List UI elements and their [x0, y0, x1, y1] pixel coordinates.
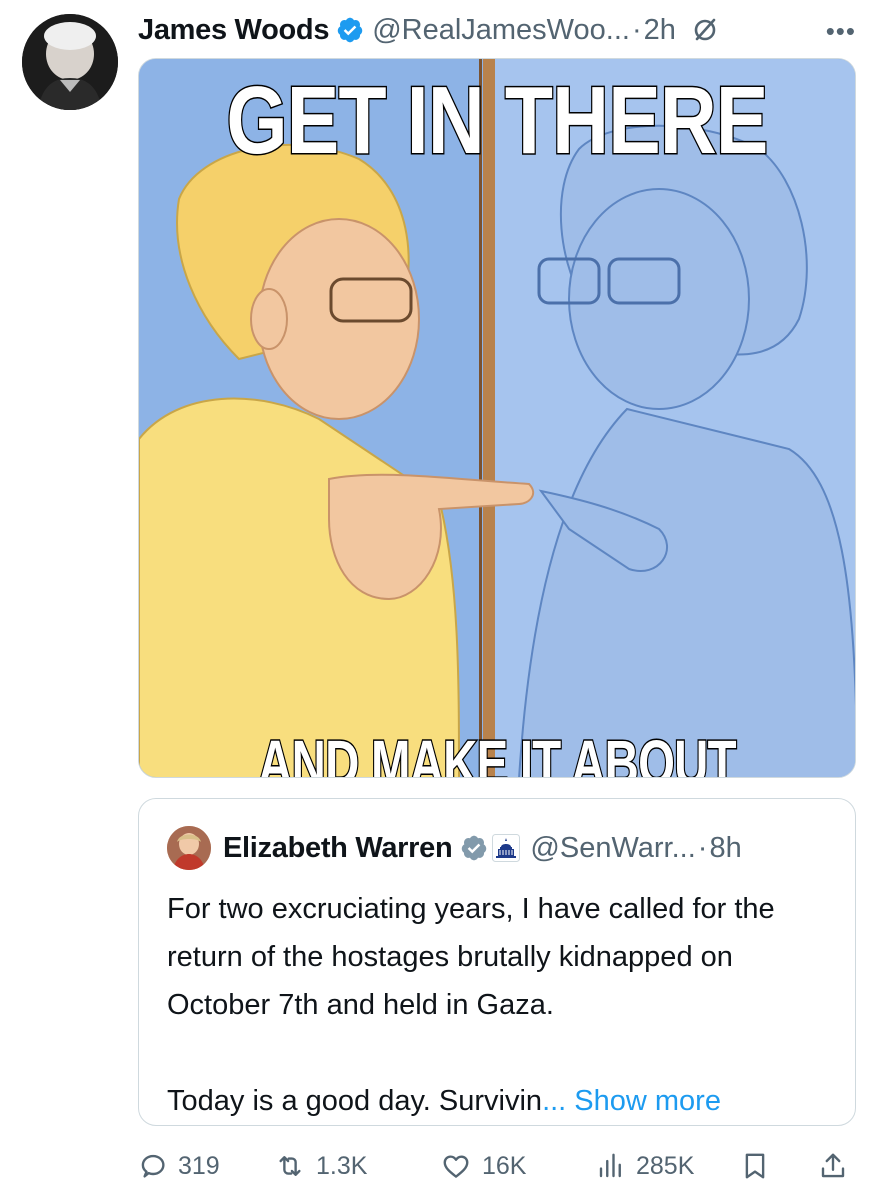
quoted-post[interactable]: Elizabeth Warren @SenWarr... · 8h For tw…: [138, 798, 856, 1126]
author-name[interactable]: James Woods: [138, 14, 329, 47]
action-bar: 319 1.3K 16K 285K: [138, 1144, 856, 1188]
author-avatar[interactable]: [22, 14, 118, 110]
meme-bottom-text: AND MAKE IT ABOUT YOU: [257, 727, 738, 778]
heart-icon: [443, 1155, 469, 1178]
meme-top-text: GET IN THERE: [225, 67, 770, 174]
verified-badge-icon: [336, 16, 364, 44]
reply-count: 319: [178, 1151, 220, 1180]
quoted-post-text: For two excruciating years, I have calle…: [167, 885, 827, 1125]
separator-dot: ·: [631, 13, 642, 46]
bookmark-button[interactable]: [740, 1144, 780, 1188]
meme-image[interactable]: GET IN THERE AND MAKE IT ABOUT YOU: [138, 58, 856, 778]
quoted-author-avatar[interactable]: [167, 826, 211, 870]
repost-button[interactable]: 1.3K: [274, 1144, 367, 1188]
reply-button[interactable]: 319: [138, 1144, 220, 1188]
capitol-icon: [492, 834, 521, 862]
post-time[interactable]: 2h: [644, 14, 676, 47]
share-button[interactable]: [818, 1144, 858, 1188]
views-button[interactable]: 285K: [596, 1144, 694, 1188]
views-count: 285K: [636, 1151, 695, 1180]
share-icon: [821, 1153, 845, 1178]
repost-count: 1.3K: [316, 1151, 368, 1180]
post-header: James Woods @RealJamesWoo... · 2h •••: [138, 10, 856, 50]
quoted-paragraph-1: For two excruciating years, I have calle…: [167, 893, 775, 1021]
quoted-post-header: Elizabeth Warren @SenWarr... · 8h: [167, 825, 827, 871]
bookmark-icon: [745, 1153, 765, 1179]
quoted-author-name[interactable]: Elizabeth Warren: [223, 832, 453, 865]
show-more-link[interactable]: Show more: [574, 1085, 721, 1117]
quoted-author-handle[interactable]: @SenWarr...: [530, 832, 695, 865]
quoted-separator-dot: ·: [697, 831, 708, 864]
like-count: 16K: [482, 1151, 527, 1180]
truncation-ellipsis: ...: [542, 1085, 567, 1117]
verified-gray-badge-icon: [460, 834, 488, 862]
retweet-icon: [279, 1156, 301, 1176]
quoted-post-time[interactable]: 8h: [709, 832, 741, 865]
like-button[interactable]: 16K: [440, 1144, 526, 1188]
quoted-paragraph-2: Today is a good day. Survivin... Show mo…: [167, 1077, 827, 1125]
views-icon: [599, 1153, 621, 1178]
quoted-paragraph-2-text: Today is a good day. Survivin: [167, 1085, 543, 1117]
grok-icon[interactable]: [692, 17, 718, 43]
author-handle[interactable]: @RealJamesWoo...: [372, 14, 630, 47]
reply-icon: [141, 1154, 165, 1178]
more-icon[interactable]: •••: [826, 16, 856, 47]
